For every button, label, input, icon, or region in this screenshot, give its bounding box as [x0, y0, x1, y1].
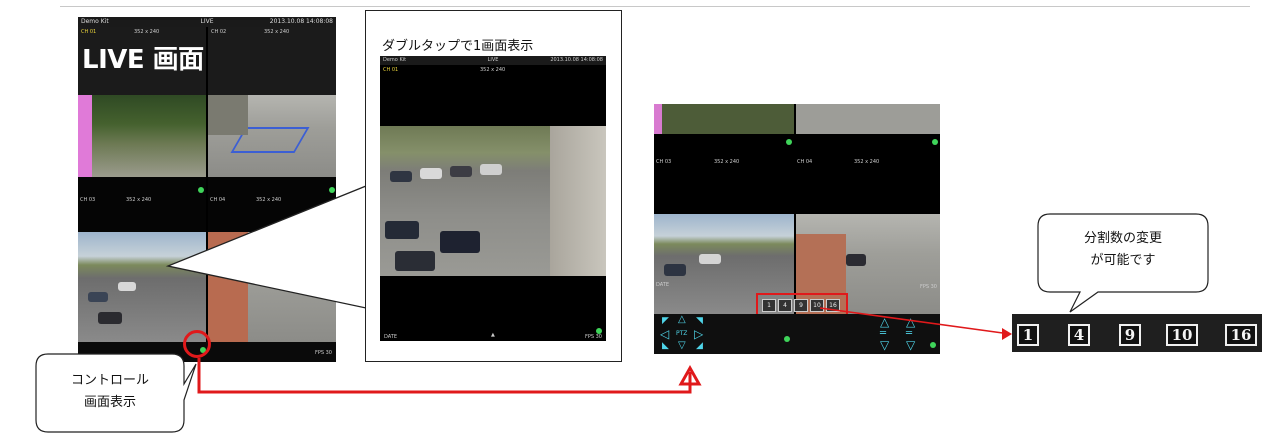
ptz-down-icon[interactable]: ▽ [678, 340, 686, 351]
status-dot [932, 139, 938, 145]
focus-far-icon[interactable]: ▽ [906, 338, 915, 352]
camera-image-detail [395, 251, 435, 271]
camera-image-detail [664, 264, 686, 276]
bottom-left-label: DATE [384, 334, 398, 340]
control-callout-line-2: 画面表示 [83, 395, 136, 410]
strip-split-button-16[interactable]: 16 [1225, 324, 1257, 346]
zoom-in-icon[interactable]: △ [880, 315, 889, 329]
resolution-label: 352 x 240 [480, 67, 506, 73]
single-view-screen[interactable]: Demo Kit LIVE 2013.10.08 14:08:08 CH 01 … [380, 56, 606, 341]
fps-label: FPS 30 [919, 284, 937, 290]
camera-image-detail [440, 231, 480, 253]
zoom-pointer [165, 185, 367, 309]
camera-image-detail [846, 254, 866, 266]
camera-image-detail [699, 254, 721, 264]
status-dot [786, 139, 792, 145]
strip-split-button-10[interactable]: 10 [1166, 324, 1198, 346]
camera-image-detail [420, 168, 442, 179]
ptz-up-icon[interactable]: △ [678, 314, 686, 325]
split-callout: 分割数の変更 が可能です [1040, 228, 1206, 272]
camera-image-detail [550, 126, 606, 276]
control-panel: ◤ △ ◥ ◁ PTZ ▷ ◣ ▽ ◢ △ ═ ▽ △ ═ ▽ [654, 314, 940, 354]
callout-overlay [165, 185, 367, 309]
strip-split-button-9[interactable]: 9 [1119, 324, 1141, 346]
top-right: 2013.10.08 14:08:08 [550, 57, 603, 63]
strip-split-button-4[interactable]: 4 [1068, 324, 1090, 346]
camera-image-detail [385, 221, 419, 239]
status-dot [784, 336, 790, 342]
single-view-top-bar: Demo Kit LIVE 2013.10.08 14:08:08 [380, 56, 606, 65]
camera-image-detail [480, 164, 502, 175]
camera-image-detail [450, 166, 472, 177]
split-button-strip: 1 4 9 10 16 [1012, 314, 1262, 352]
control-callout: コントロール 画面表示 [40, 370, 180, 414]
fps-label: FPS 30 [584, 334, 602, 340]
ptz-down-right-icon[interactable]: ◢ [696, 341, 703, 351]
camera-image-detail [390, 171, 412, 182]
control-callout-line-1: コントロール [70, 373, 149, 388]
status-dot [930, 342, 936, 348]
ptz-up-right-icon[interactable]: ◥ [696, 316, 703, 326]
resolution-label: 352 x 240 [714, 159, 740, 165]
camera-image-ch02 [796, 104, 940, 134]
camera-image-ch01 [654, 104, 794, 134]
ptz-up-left-icon[interactable]: ◤ [662, 316, 669, 326]
strip-split-button-1[interactable]: 1 [1017, 324, 1039, 346]
control-screen: CH 03 352 x 240 CH 04 352 x 240 DATE FPS… [654, 104, 940, 354]
split-callout-line-2: が可能です [1090, 253, 1156, 268]
ptz-center-label: PTZ [676, 330, 688, 337]
date-label: DATE [656, 282, 670, 288]
up-arrow-icon[interactable]: ▲ [491, 332, 495, 338]
channel-label: CH 01 [383, 67, 399, 73]
channel-label: CH 03 [656, 159, 672, 165]
ptz-right-icon[interactable]: ▷ [694, 327, 703, 341]
zoom-pointer-joint [366, 186, 370, 308]
focus-near-icon[interactable]: △ [906, 315, 915, 329]
channel-label: CH 04 [797, 159, 813, 165]
split-callout-line-1: 分割数の変更 [1083, 231, 1162, 246]
resolution-label: 352 x 240 [854, 159, 880, 165]
ptz-down-left-icon[interactable]: ◣ [662, 341, 669, 351]
zoom-caption: ダブルタップで1画面表示 [382, 39, 534, 54]
single-view-image [380, 126, 606, 276]
ptz-left-icon[interactable]: ◁ [660, 327, 669, 341]
zoom-out-icon[interactable]: ▽ [880, 338, 889, 352]
